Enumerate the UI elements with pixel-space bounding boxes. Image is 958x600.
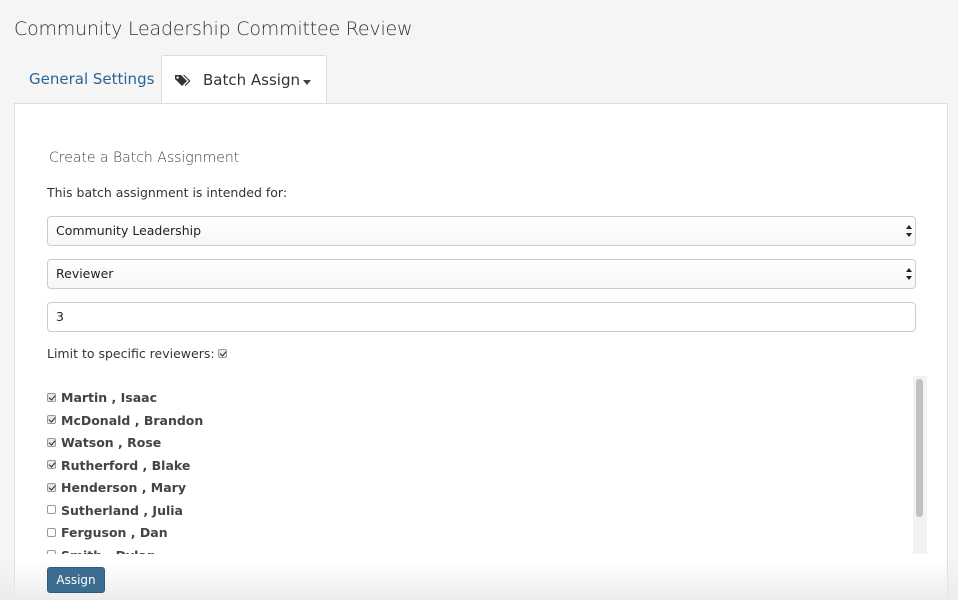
reviewer-item[interactable]: Watson , Rose (47, 435, 161, 453)
tags-icon (175, 75, 191, 86)
reviewer-item[interactable]: Martin , Isaac (47, 390, 157, 408)
assign-button[interactable]: Assign (47, 567, 105, 593)
reviewer-item[interactable]: Henderson , Mary (47, 480, 186, 498)
reviewer-name: Smith , Dylan (61, 548, 156, 555)
reviewer-name: Rutherford , Blake (61, 457, 191, 473)
limit-reviewers-label: Limit to specific reviewers: (47, 346, 215, 361)
chevron-down-icon[interactable] (303, 80, 311, 85)
page-title: Community Leadership Committee Review (14, 18, 413, 40)
reviewer-name: McDonald , Brandon (61, 412, 204, 428)
reviewer-checkbox[interactable] (47, 437, 56, 447)
reviewer-item[interactable]: Ferguson , Dan (47, 525, 168, 543)
program-select-value: Community Leadership (56, 223, 202, 238)
tab-bar: General Settings Batch Assign (14, 55, 948, 105)
batch-assign-panel: Create a Batch Assignment This batch ass… (14, 103, 948, 600)
tab-general-settings[interactable]: General Settings (29, 55, 154, 104)
tab-batch-assign-label: Batch Assign (203, 71, 300, 89)
scrollbar-thumb[interactable] (916, 379, 923, 517)
reviewer-name: Sutherland , Julia (61, 502, 183, 518)
tab-batch-assign[interactable]: Batch Assign (161, 55, 327, 105)
reviewer-checkbox[interactable] (47, 550, 56, 554)
section-heading: Create a Batch Assignment (49, 150, 240, 166)
reviewer-item[interactable]: Sutherland , Julia (47, 503, 183, 521)
reviewer-checkbox[interactable] (47, 505, 56, 514)
program-select[interactable]: Community Leadership (47, 216, 916, 246)
reviewer-name: Martin , Isaac (61, 390, 158, 405)
limit-reviewers-checkbox[interactable] (217, 349, 227, 358)
reviewer-checkbox[interactable] (47, 482, 56, 492)
select-arrows-icon (906, 268, 912, 280)
reviewer-list-scrollbar[interactable] (913, 376, 927, 554)
reviewer-checkbox[interactable] (47, 460, 56, 469)
reviewer-checkbox[interactable] (47, 527, 56, 537)
reviewer-checkbox[interactable] (47, 392, 56, 402)
reviewer-name: Watson , Rose (61, 435, 162, 450)
reviewer-name: Henderson , Mary (61, 480, 186, 495)
limit-reviewers-row: Limit to specific reviewers: (47, 346, 227, 361)
reviewer-list[interactable]: Martin , Isaac McDonald , Brandon Watson ,… (47, 376, 929, 554)
reviewer-item[interactable]: Rutherford , Blake (47, 458, 190, 476)
role-select-value: Reviewer (56, 266, 114, 281)
reviewer-count-value: 3 (56, 309, 64, 324)
reviewer-item[interactable]: Smith , Dylan (47, 548, 156, 555)
reviewer-item[interactable]: McDonald , Brandon (47, 413, 203, 431)
reviewer-name: Ferguson , Dan (61, 525, 168, 540)
reviewer-count-input[interactable]: 3 (47, 302, 916, 332)
select-arrows-icon (906, 225, 912, 237)
reviewer-checkbox[interactable] (47, 415, 56, 424)
role-select[interactable]: Reviewer (47, 259, 916, 289)
intro-text: This batch assignment is intended for: (47, 185, 288, 200)
